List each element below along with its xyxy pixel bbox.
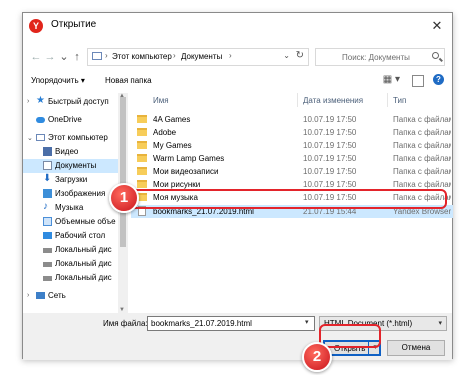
- command-bar: Упорядочить ▾ Новая папка ▦ ▾ ?: [23, 71, 452, 91]
- title-bar: Y Открытие ✕: [23, 13, 452, 39]
- sidebar-item-network[interactable]: › Сеть: [23, 289, 118, 303]
- filename-input[interactable]: [147, 316, 315, 331]
- documents-icon: [43, 161, 52, 170]
- 3d-objects-icon: [43, 217, 52, 226]
- computer-icon: [36, 134, 45, 141]
- list-item[interactable]: 4A Games 10.07.19 17:50 Папка с файлами: [131, 113, 453, 126]
- drive-icon: [43, 248, 52, 253]
- navigation-row: ← → ⌄ ↑ › Этот компьютер › Документы › ⌄…: [23, 47, 452, 69]
- folder-icon: [137, 167, 147, 175]
- navigation-pane: › ★ Быстрый доступ OneDrive ⌄ Этот компь…: [23, 93, 118, 313]
- preview-pane-icon[interactable]: [412, 75, 424, 87]
- music-icon: ♪: [43, 201, 48, 212]
- recent-locations-button[interactable]: ⌄: [57, 50, 71, 64]
- search-placeholder: Поиск: Документы: [342, 53, 410, 62]
- organize-button[interactable]: Упорядочить ▾: [31, 76, 85, 85]
- column-header-type[interactable]: Тип: [393, 96, 406, 105]
- folder-icon: [137, 128, 147, 136]
- list-item[interactable]: Adobe 10.07.19 17:50 Папка с файлами: [131, 126, 453, 139]
- drive-icon: [43, 262, 52, 267]
- sidebar-item-local-disk-2[interactable]: Локальный дис: [23, 257, 118, 271]
- forward-button[interactable]: →: [43, 50, 57, 64]
- computer-icon: [92, 52, 102, 60]
- file-highlight-annotation: [121, 189, 447, 209]
- sidebar-item-videos[interactable]: Видео: [23, 145, 118, 159]
- chevron-down-icon: ▾: [438, 320, 442, 327]
- sidebar-item-documents[interactable]: Документы: [23, 159, 118, 173]
- star-icon: ★: [36, 95, 45, 106]
- step-badge-2: 2: [302, 342, 332, 372]
- refresh-icon[interactable]: ↻: [296, 50, 304, 61]
- breadcrumb-this-pc[interactable]: Этот компьютер: [112, 52, 172, 61]
- address-bar[interactable]: › Этот компьютер › Документы › ⌄ ↻: [87, 48, 309, 66]
- sidebar-item-onedrive[interactable]: OneDrive: [23, 113, 118, 127]
- help-icon[interactable]: ?: [433, 74, 444, 85]
- scrollbar-thumb[interactable]: [120, 97, 126, 247]
- folder-icon: [137, 141, 147, 149]
- sidebar-item-quick-access[interactable]: › ★ Быстрый доступ: [23, 95, 118, 109]
- sidebar-item-local-disk-1[interactable]: Локальный дис: [23, 243, 118, 257]
- column-header-date[interactable]: Дата изменения: [303, 96, 363, 105]
- sidebar-item-images[interactable]: Изображения: [23, 187, 118, 201]
- cancel-button[interactable]: Отмена: [387, 340, 445, 356]
- sidebar-item-downloads[interactable]: ⬇ Загрузки: [23, 173, 118, 187]
- step-badge-1: 1: [109, 183, 139, 213]
- dialog-footer: Имя файла: ▾ HTML Document (*.html) ▾ От…: [23, 313, 452, 360]
- list-item[interactable]: My Games 10.07.19 17:50 Папка с файлами: [131, 139, 453, 152]
- new-folder-button[interactable]: Новая папка: [105, 76, 152, 85]
- up-button[interactable]: ↑: [70, 50, 84, 64]
- open-button-highlight-annotation: [319, 324, 381, 348]
- breadcrumb-documents[interactable]: Документы: [181, 52, 222, 61]
- list-item[interactable]: Мои видеозаписи 10.07.19 17:50 Папка с ф…: [131, 165, 453, 178]
- sidebar-item-this-pc[interactable]: ⌄ Этот компьютер: [23, 131, 118, 145]
- view-options-icon[interactable]: ▦ ▾: [383, 74, 400, 85]
- video-icon: [43, 147, 52, 156]
- search-icon: [432, 52, 439, 59]
- cloud-icon: [36, 117, 45, 123]
- sidebar-item-3d-objects[interactable]: Объемные объе: [23, 215, 118, 229]
- search-input[interactable]: Поиск: Документы: [315, 48, 445, 66]
- filename-dropdown-icon[interactable]: ▾: [305, 318, 309, 326]
- filename-label: Имя файла:: [103, 319, 148, 328]
- drive-icon: [43, 276, 52, 281]
- sidebar-item-local-disk-3[interactable]: Локальный дис: [23, 271, 118, 285]
- address-dropdown-icon[interactable]: ⌄: [283, 51, 290, 60]
- downloads-icon: ⬇: [43, 173, 52, 184]
- folder-icon: [137, 115, 147, 123]
- close-button[interactable]: ✕: [428, 17, 446, 35]
- column-header-name[interactable]: Имя: [153, 96, 169, 105]
- sidebar-item-desktop[interactable]: Рабочий стол: [23, 229, 118, 243]
- sidebar-item-music[interactable]: ♪ Музыка: [23, 201, 118, 215]
- images-icon: [43, 189, 52, 198]
- list-item[interactable]: Warm Lamp Games 10.07.19 17:50 Папка с ф…: [131, 152, 453, 165]
- yandex-browser-icon: Y: [29, 19, 43, 33]
- folder-icon: [137, 154, 147, 162]
- folder-icon: [137, 180, 147, 188]
- open-file-dialog: Y Открытие ✕ ← → ⌄ ↑ › Этот компьютер › …: [22, 12, 453, 360]
- desktop-icon: [43, 232, 52, 239]
- back-button[interactable]: ←: [29, 50, 43, 64]
- network-icon: [36, 292, 45, 299]
- window-title: Открытие: [51, 19, 97, 30]
